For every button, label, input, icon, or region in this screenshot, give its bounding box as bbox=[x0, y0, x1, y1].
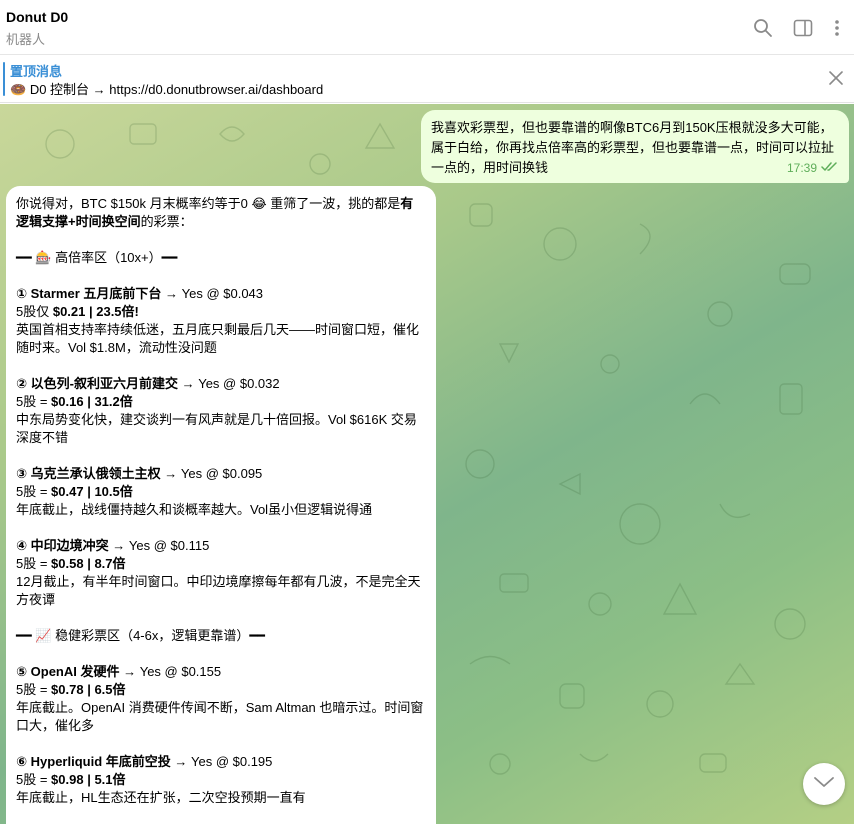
list-item: ② 以色列-叙利亚六月前建交 → Yes @ $0.032 5股 = $0.16… bbox=[16, 375, 426, 447]
item-name: Starmer 五月底前下台 bbox=[30, 286, 162, 301]
item-price: → Yes @ $0.095 bbox=[164, 466, 263, 481]
item-shares: 5股 = bbox=[16, 772, 52, 787]
item-price: → Yes @ $0.032 bbox=[181, 376, 280, 391]
item-description: 年底截止，战线僵持越久和谈概率越大。Vol虽小但逻辑说得通 bbox=[16, 502, 373, 517]
list-item: ⑥ Hyperliquid 年底前空投 → Yes @ $0.195 5股 = … bbox=[16, 753, 426, 807]
item-shares: 5股 = bbox=[16, 394, 52, 409]
incoming-message[interactable]: 你说得对，BTC $150k 月末概率约等于0 😂 重筛了一波，挑的都是有逻辑支… bbox=[6, 186, 436, 824]
item-shares: 5股 = bbox=[16, 484, 52, 499]
donut-emoji: 🍩 bbox=[10, 82, 27, 97]
item-description: 年底截止，HL生态还在扩张，二次空投预期一直有 bbox=[16, 790, 306, 805]
item-payout: $0.21 | 23.5倍! bbox=[52, 304, 139, 319]
list-item: ③ 乌克兰承认俄领土主权 → Yes @ $0.095 5股 = $0.47 |… bbox=[16, 465, 426, 519]
chat-title[interactable]: Donut D0 bbox=[6, 9, 68, 25]
chat-header: Donut D0 机器人 bbox=[0, 0, 854, 55]
more-vertical-icon[interactable] bbox=[826, 17, 848, 39]
item-number: ④ bbox=[16, 538, 28, 553]
item-name: 乌克兰承认俄领土主权 bbox=[30, 466, 161, 481]
sidebar-toggle-icon[interactable] bbox=[792, 17, 814, 39]
item-price: → Yes @ $0.155 bbox=[123, 664, 222, 679]
item-number: ② bbox=[16, 376, 28, 391]
section-heading-high: ━━ 🎰 高倍率区（10x+）━━ bbox=[16, 250, 178, 265]
message-meta: 17:39 bbox=[787, 158, 839, 178]
section-heading-stable: ━━ 📈 稳健彩票区（4-6x，逻辑更靠谱）━━ bbox=[16, 628, 266, 643]
item-number: ① bbox=[16, 286, 28, 301]
item-payout: $0.58 | 8.7倍 bbox=[51, 556, 126, 571]
item-description: 英国首相支持率持续低迷，五月底只剩最后几天——时间窗口短，催化随时来。Vol $… bbox=[16, 322, 420, 355]
intro-text: 你说得对，BTC $150k 月末概率约等于0 😂 重筛了一波，挑的都是有逻辑支… bbox=[16, 195, 426, 231]
chat-subtitle: 机器人 bbox=[6, 32, 46, 47]
pinned-link-text: D0 控制台 → https://d0.donutbrowser.ai/dash… bbox=[29, 82, 324, 97]
item-shares: 5股 = bbox=[16, 556, 52, 571]
double-check-icon bbox=[821, 158, 839, 178]
intro-part-1: 你说得对，BTC $150k 月末概率约等于0 😂 重筛了一波，挑的都是 bbox=[16, 196, 401, 211]
item-shares: 5股仅 bbox=[16, 304, 53, 319]
item-description: 中东局势变化快，建交谈判一有风声就是几十倍回报。Vol $616K 交易深度不错 bbox=[16, 412, 417, 445]
intro-part-2: 的彩票： bbox=[140, 214, 193, 229]
item-name: OpenAI 发硬件 bbox=[30, 664, 120, 679]
close-icon[interactable] bbox=[828, 70, 844, 86]
item-shares: 5股 = bbox=[16, 682, 52, 697]
list-item: ⑤ OpenAI 发硬件 → Yes @ $0.155 5股 = $0.78 |… bbox=[16, 663, 426, 735]
scroll-to-bottom-button[interactable] bbox=[803, 763, 845, 805]
item-number: ③ bbox=[16, 466, 28, 481]
pinned-message-bar[interactable]: 置顶消息 🍩 D0 控制台 → https://d0.donutbrowser.… bbox=[0, 55, 854, 103]
outgoing-message-text: 我喜欢彩票型，但也要靠谱的啊像BTC6月到150K压根就没多大可能，属于白给，你… bbox=[431, 120, 835, 175]
list-item: ④ 中印边境冲突 → Yes @ $0.115 5股 = $0.58 | 8.7… bbox=[16, 537, 426, 609]
chat-area[interactable]: 我喜欢彩票型，但也要靠谱的啊像BTC6月到150K压根就没多大可能，属于白给，你… bbox=[0, 104, 854, 824]
item-price: → Yes @ $0.115 bbox=[112, 538, 210, 553]
message-time: 17:39 bbox=[786, 161, 817, 175]
item-payout: $0.98 | 5.1倍 bbox=[51, 772, 126, 787]
item-description: 12月截止，有半年时间窗口。中印边境摩擦每年都有几波，不是完全天方夜谭 bbox=[16, 574, 421, 607]
item-payout: $0.78 | 6.5倍 bbox=[51, 682, 126, 697]
item-name: 中印边境冲突 bbox=[30, 538, 109, 553]
item-payout: $0.16 | 31.2倍 bbox=[51, 394, 133, 409]
item-payout: $0.47 | 10.5倍 bbox=[51, 484, 133, 499]
list-item: ① Starmer 五月底前下台 → Yes @ $0.043 5股仅 $0.2… bbox=[16, 285, 426, 357]
search-icon[interactable] bbox=[752, 17, 774, 39]
item-price: → Yes @ $0.195 bbox=[174, 754, 273, 769]
item-description: 年底截止。OpenAI 消费硬件传闻不断，Sam Altman 也暗示过。时间窗… bbox=[16, 700, 424, 733]
item-number: ⑥ bbox=[16, 754, 28, 769]
item-name: 以色列-叙利亚六月前建交 bbox=[30, 376, 178, 391]
pinned-text: 🍩 D0 控制台 → https://d0.donutbrowser.ai/da… bbox=[10, 79, 323, 98]
item-price: → Yes @ $0.043 bbox=[165, 286, 264, 301]
chevron-down-icon bbox=[813, 775, 835, 793]
item-number: ⑤ bbox=[16, 664, 28, 679]
outgoing-message[interactable]: 我喜欢彩票型，但也要靠谱的啊像BTC6月到150K压根就没多大可能，属于白给，你… bbox=[421, 110, 849, 183]
pinned-title: 置顶消息 bbox=[10, 64, 63, 79]
pinned-indicator bbox=[3, 62, 5, 96]
item-name: Hyperliquid 年底前空投 bbox=[30, 754, 171, 769]
